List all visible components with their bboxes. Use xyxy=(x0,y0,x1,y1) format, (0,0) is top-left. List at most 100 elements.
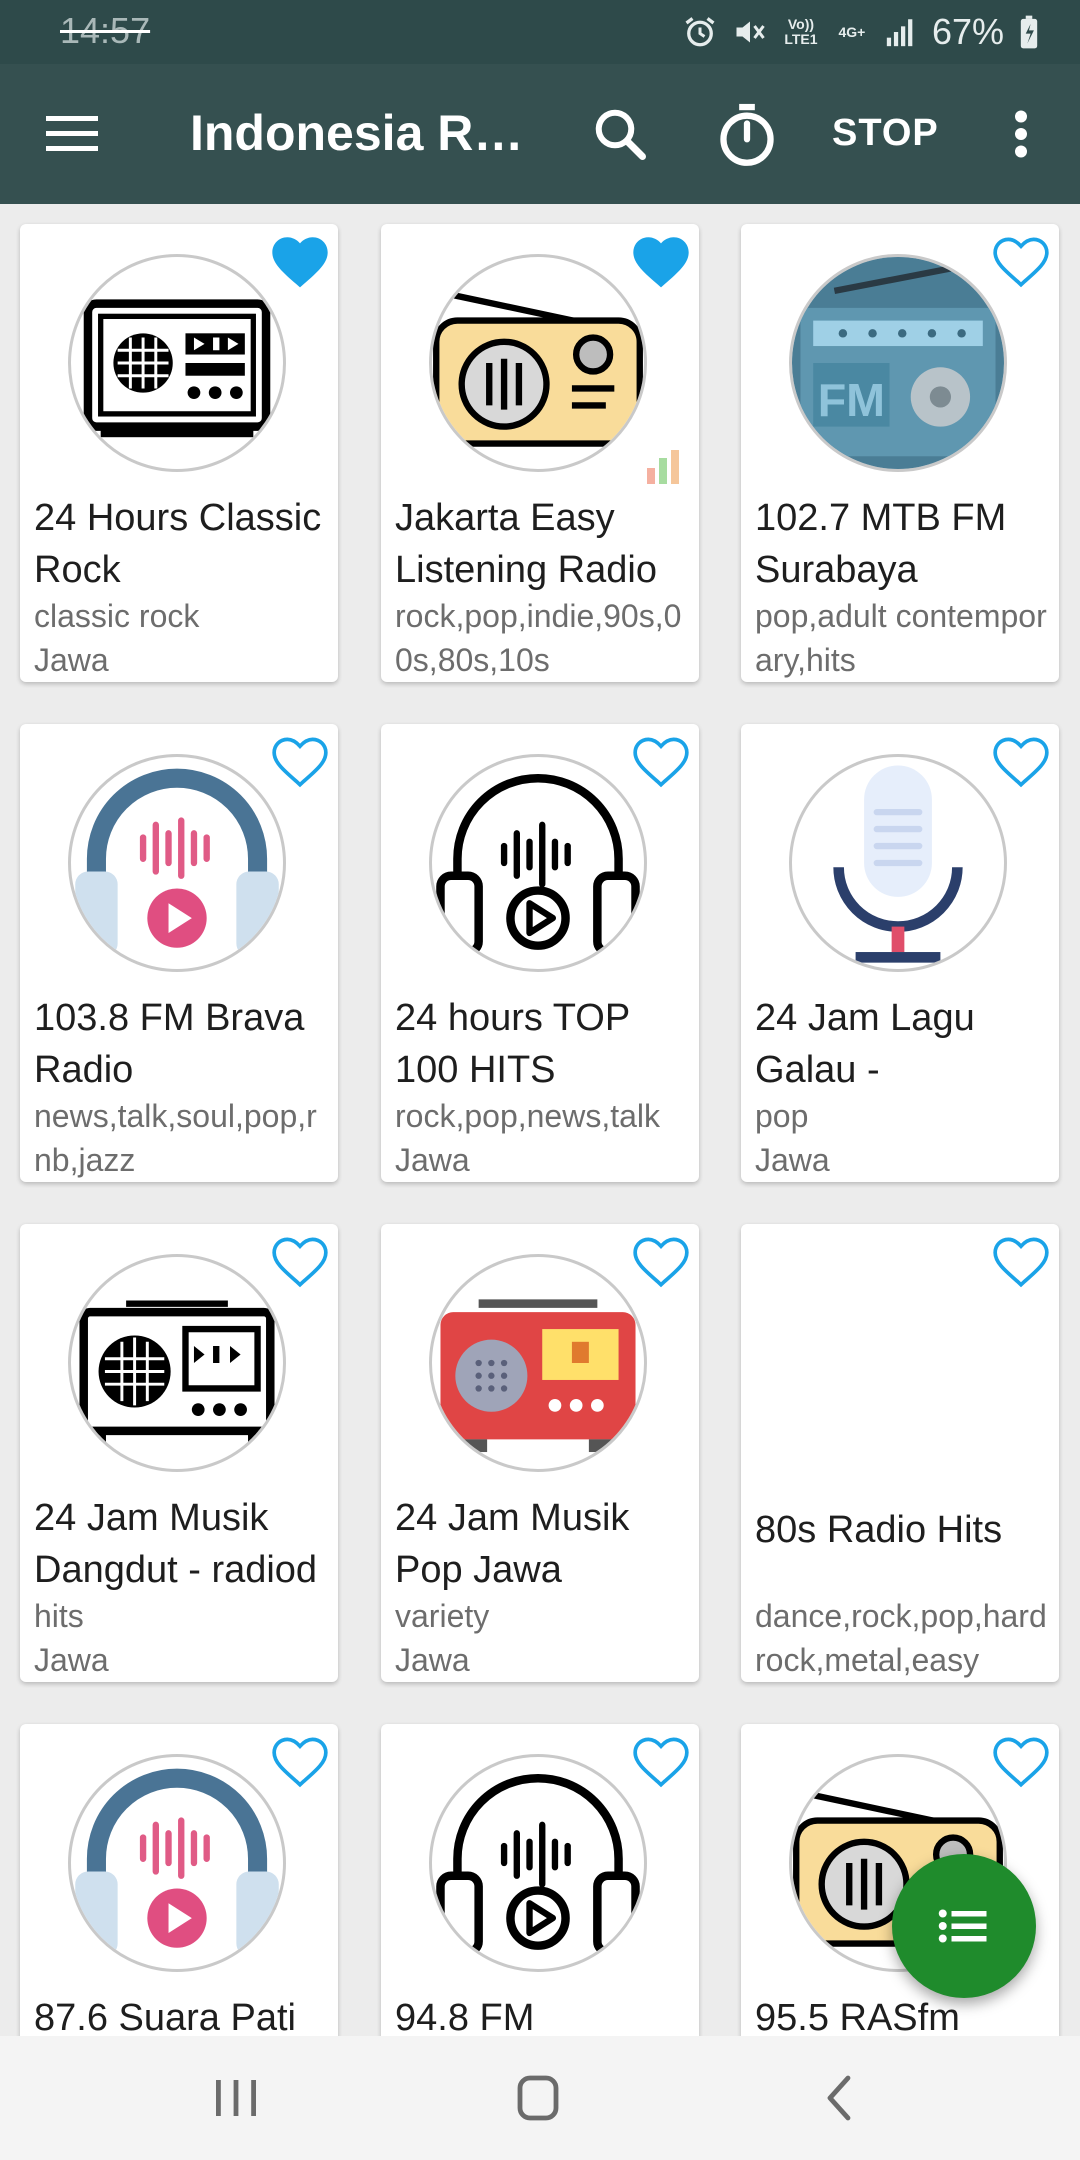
station-genre-block: rock,pop,indie,90s,00s,80s,10s xyxy=(395,594,695,682)
station-genre-block: rock,pop,news,talk Jawa xyxy=(395,1094,695,1182)
playlist-fab[interactable] xyxy=(892,1854,1036,1998)
stop-button[interactable]: STOP xyxy=(832,112,939,155)
more-vert-icon xyxy=(1015,110,1027,158)
station-card[interactable]: 24 Jam Lagu Galau - pop Jawa xyxy=(741,724,1059,1182)
station-genre-block: dance,rock,pop,hard rock,metal,easy xyxy=(755,1594,1055,1682)
station-genre: rock,pop,indie,90s,00s,80s,10s xyxy=(395,598,682,678)
station-genre-block: hits Jawa xyxy=(34,1594,334,1682)
favorite-outline-icon[interactable] xyxy=(989,1232,1053,1290)
favorite-outline-icon[interactable] xyxy=(268,1732,332,1790)
more-options-button[interactable] xyxy=(1003,104,1039,164)
station-genre: hits xyxy=(34,1598,84,1634)
favorite-outline-icon[interactable] xyxy=(989,232,1053,290)
station-genre-block: pop Jawa xyxy=(755,1094,1055,1182)
station-name: 24 Jam Musik Pop Jawa xyxy=(395,1497,630,1591)
stopwatch-icon xyxy=(720,103,774,166)
station-name: 24 hours TOP 100 HITS xyxy=(395,997,630,1091)
favorite-filled-icon[interactable] xyxy=(268,232,332,290)
mute-icon xyxy=(732,14,768,50)
radio-cassette-black-icon xyxy=(68,254,286,472)
search-button[interactable] xyxy=(590,104,650,164)
radio-fm-blue-icon: FM xyxy=(789,254,1007,472)
recent-apps-button[interactable] xyxy=(206,2072,266,2124)
status-bar: 14:57 Vo)) LTE1 4G+ 67% xyxy=(0,0,1080,64)
app-title: Indonesia Radio xyxy=(190,105,535,161)
radio-boombox-black-icon xyxy=(68,1254,286,1472)
favorite-outline-icon[interactable] xyxy=(989,1732,1053,1790)
station-genre: news,talk,soul,pop,rnb,jazz xyxy=(34,1098,317,1178)
now-playing-icon xyxy=(645,444,689,484)
station-name: 95.5 RASfm xyxy=(755,1997,960,2036)
app-bar: Indonesia Radio STOP xyxy=(0,64,1080,204)
station-genre: classic rock xyxy=(34,598,200,634)
station-genre-block: variety Jawa xyxy=(395,1594,695,1682)
headphones-color-icon xyxy=(68,1754,286,1972)
station-name: 24 Jam Lagu Galau - xyxy=(755,997,975,1091)
headphones-color-icon xyxy=(68,754,286,972)
station-logo-placeholder xyxy=(789,1254,1007,1472)
headphones-black-icon xyxy=(429,754,647,972)
station-genre: pop xyxy=(755,1098,809,1134)
hamburger-icon xyxy=(46,116,98,151)
favorite-outline-icon[interactable] xyxy=(629,1732,693,1790)
favorite-outline-icon[interactable] xyxy=(629,732,693,790)
battery-icon xyxy=(1018,14,1040,50)
network-type: 4G+ xyxy=(838,23,866,40)
station-genre-block: classic rock Jawa xyxy=(34,594,334,682)
menu-button[interactable] xyxy=(46,110,98,158)
back-button[interactable] xyxy=(810,2072,870,2124)
favorite-outline-icon[interactable] xyxy=(989,732,1053,790)
station-name: Jakarta Easy Listening Radio xyxy=(395,497,657,591)
station-name: 94.8 FM xyxy=(395,1997,535,2036)
station-name: 103.8 FM Brava Radio xyxy=(34,997,305,1091)
station-genre: variety xyxy=(395,1598,490,1634)
station-name: 102.7 MTB FM Surabaya xyxy=(755,497,1007,591)
radio-red-icon xyxy=(429,1254,647,1472)
station-card[interactable]: 24 Jam Musik Dangdut - radiod hits Jawa xyxy=(20,1224,338,1682)
status-time: 14:57 xyxy=(60,10,151,51)
station-card[interactable]: 94.8 FM xyxy=(381,1724,699,2036)
battery-percent: 67% xyxy=(931,11,1004,52)
back-icon xyxy=(827,2075,851,2121)
station-card[interactable]: FM 102.7 MTB FM Surabaya pop,adult contemp… xyxy=(741,224,1059,682)
station-name: 24 Hours Classic Rock xyxy=(34,497,322,591)
station-card[interactable]: 103.8 FM Brava Radio news,talk,soul,pop,r… xyxy=(20,724,338,1182)
station-genre-block: news,talk,soul,pop,rnb,jazz xyxy=(34,1094,334,1182)
recents-icon xyxy=(216,2080,256,2116)
station-genre: dance,rock,pop,hard rock,metal,easy xyxy=(755,1598,1047,1678)
favorite-outline-icon[interactable] xyxy=(268,732,332,790)
station-name: 87.6 Suara Pati xyxy=(34,1997,296,2036)
signal-icon xyxy=(884,15,918,49)
station-card[interactable]: Jakarta Easy Listening Radio rock,pop,ind… xyxy=(381,224,699,682)
station-card[interactable]: 80s Radio Hits dance,rock,pop,hard rock,m… xyxy=(741,1224,1059,1682)
favorite-filled-icon[interactable] xyxy=(629,232,693,290)
station-genre: pop,adult contemporary,hits xyxy=(755,598,1047,678)
station-location: Jawa xyxy=(395,1642,470,1678)
station-card[interactable]: 24 Hours Classic Rock classic rock Jawa xyxy=(20,224,338,682)
home-icon xyxy=(517,2075,559,2121)
station-location: Jawa xyxy=(755,1142,830,1178)
sleep-timer-button[interactable] xyxy=(715,100,779,168)
list-icon xyxy=(938,1909,987,1943)
station-card[interactable]: 87.6 Suara Pati xyxy=(20,1724,338,2036)
station-name: 24 Jam Musik Dangdut - radiod xyxy=(34,1497,318,1591)
microphone-icon xyxy=(789,754,1007,972)
favorite-outline-icon[interactable] xyxy=(629,1232,693,1290)
home-button[interactable] xyxy=(508,2072,568,2124)
status-icons: Vo)) LTE1 4G+ 67% xyxy=(682,10,1040,54)
favorite-outline-icon[interactable] xyxy=(268,1232,332,1290)
station-location: Jawa xyxy=(34,642,109,678)
headphones-black-icon xyxy=(429,1754,647,1972)
station-grid: 24 Hours Classic Rock classic rock Jawa Jak… xyxy=(0,204,1080,2036)
station-card[interactable]: 24 Jam Musik Pop Jawa variety Jawa xyxy=(381,1224,699,1682)
system-nav-bar xyxy=(0,2036,1080,2160)
svg-text:FM: FM xyxy=(818,374,885,426)
station-genre-block: pop,adult contemporary,hits xyxy=(755,594,1055,682)
volte-indicator: Vo)) LTE1 xyxy=(784,16,818,47)
radio-yellow-icon xyxy=(429,254,647,472)
station-genre: rock,pop,news,talk xyxy=(395,1098,661,1134)
station-card[interactable]: 24 hours TOP 100 HITS rock,pop,news,talk J… xyxy=(381,724,699,1182)
station-location: Jawa xyxy=(395,1142,470,1178)
search-icon xyxy=(595,109,646,160)
station-name: 80s Radio Hits xyxy=(755,1509,1003,1551)
